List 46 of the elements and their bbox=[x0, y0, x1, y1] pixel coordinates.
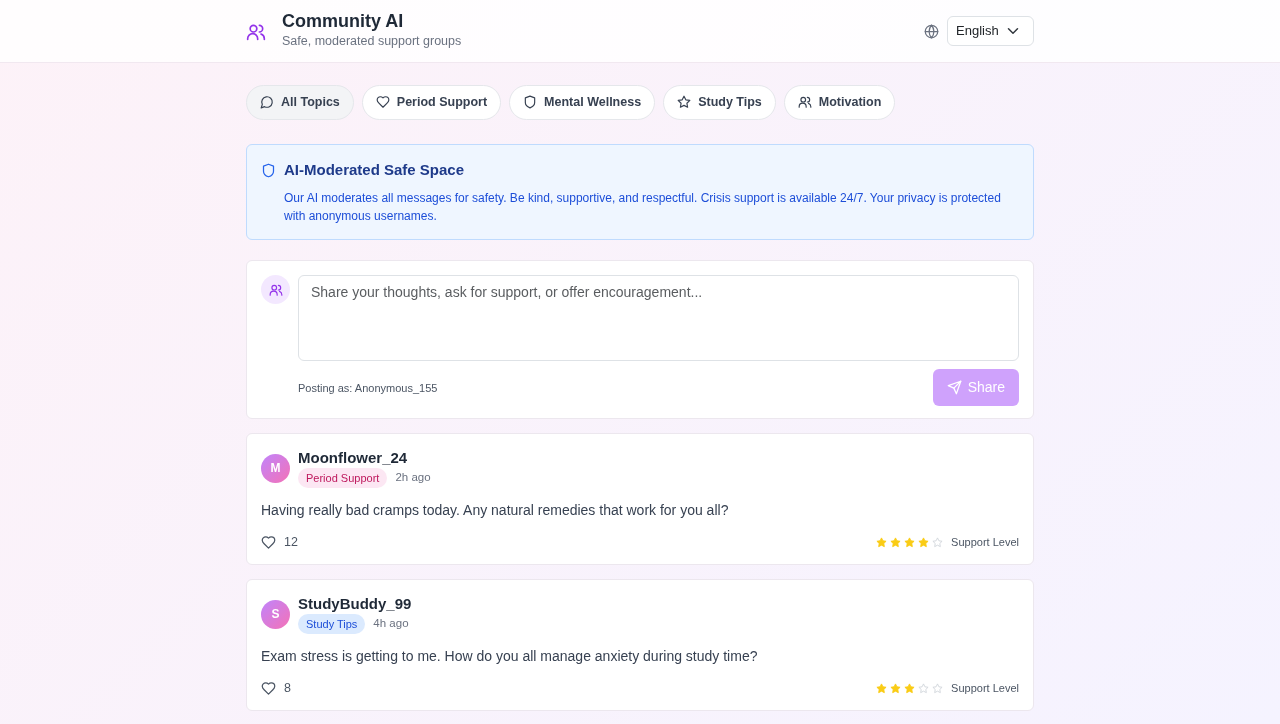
like-button[interactable]: 8 bbox=[261, 679, 291, 698]
post-text: Exam stress is getting to me. How do you all manage anxiety during study time? bbox=[261, 647, 759, 666]
filled-star-icon bbox=[876, 537, 888, 549]
filled-star-icon bbox=[890, 682, 902, 694]
post-text: Having really bad cramps today. Any natural remedies that work for you all? bbox=[261, 501, 730, 521]
topic-tab[interactable]: Period Support bbox=[361, 85, 502, 120]
username: Moonflower_24 bbox=[298, 448, 409, 468]
heart-icon bbox=[261, 535, 276, 551]
send-icon bbox=[946, 380, 962, 396]
topic-tab[interactable]: All Topics bbox=[246, 85, 354, 120]
globe-icon bbox=[924, 24, 939, 40]
topic-tab[interactable]: Mental Wellness bbox=[509, 85, 656, 120]
filled-star-icon bbox=[918, 537, 930, 549]
star-icon bbox=[677, 95, 692, 110]
topic-tab[interactable]: Motivation bbox=[783, 85, 896, 120]
users-icon bbox=[797, 95, 812, 110]
user-avatar: S bbox=[261, 599, 290, 629]
language-select[interactable]: English bbox=[947, 16, 1034, 46]
users-icon bbox=[268, 282, 283, 297]
username: StudyBuddy_99 bbox=[298, 594, 412, 614]
filled-star-icon bbox=[890, 537, 902, 549]
notice-title: AI-Moderated Safe Space bbox=[284, 159, 466, 180]
heart-icon bbox=[261, 680, 276, 696]
empty-star-icon bbox=[932, 682, 944, 694]
empty-star-icon bbox=[932, 537, 944, 549]
shield-icon bbox=[523, 95, 538, 110]
topic-tag: Period Support bbox=[298, 467, 388, 489]
posting-as-label: Posting as: Anonymous_155 bbox=[298, 380, 438, 396]
heart-icon bbox=[375, 95, 390, 110]
chat-icon bbox=[260, 95, 274, 110]
topic-tab[interactable]: Study Tips bbox=[663, 85, 776, 120]
filled-star-icon bbox=[904, 682, 916, 694]
rating-label: Support Level bbox=[951, 535, 1019, 551]
user-avatar: M bbox=[261, 453, 290, 483]
post-time: 2h ago bbox=[395, 470, 431, 486]
topic-tag: Study Tips bbox=[298, 613, 366, 634]
rating-label: Support Level bbox=[951, 681, 1019, 697]
notice-text: Our AI moderates all messages for safety. Be kind, supportive, and respectful. Crisis support is available 24/7. Your privacy is protected with anonymous usernames. bbox=[284, 190, 1002, 226]
filled-star-icon bbox=[904, 537, 916, 549]
app-title: Community AI bbox=[282, 10, 405, 33]
shield-icon bbox=[261, 162, 276, 178]
filled-star-icon bbox=[876, 682, 888, 694]
like-button[interactable]: 12 bbox=[261, 533, 298, 552]
empty-star-icon bbox=[918, 682, 930, 694]
app-subtitle: Safe, moderated support groups bbox=[282, 33, 462, 51]
post-time: 4h ago bbox=[373, 616, 409, 632]
